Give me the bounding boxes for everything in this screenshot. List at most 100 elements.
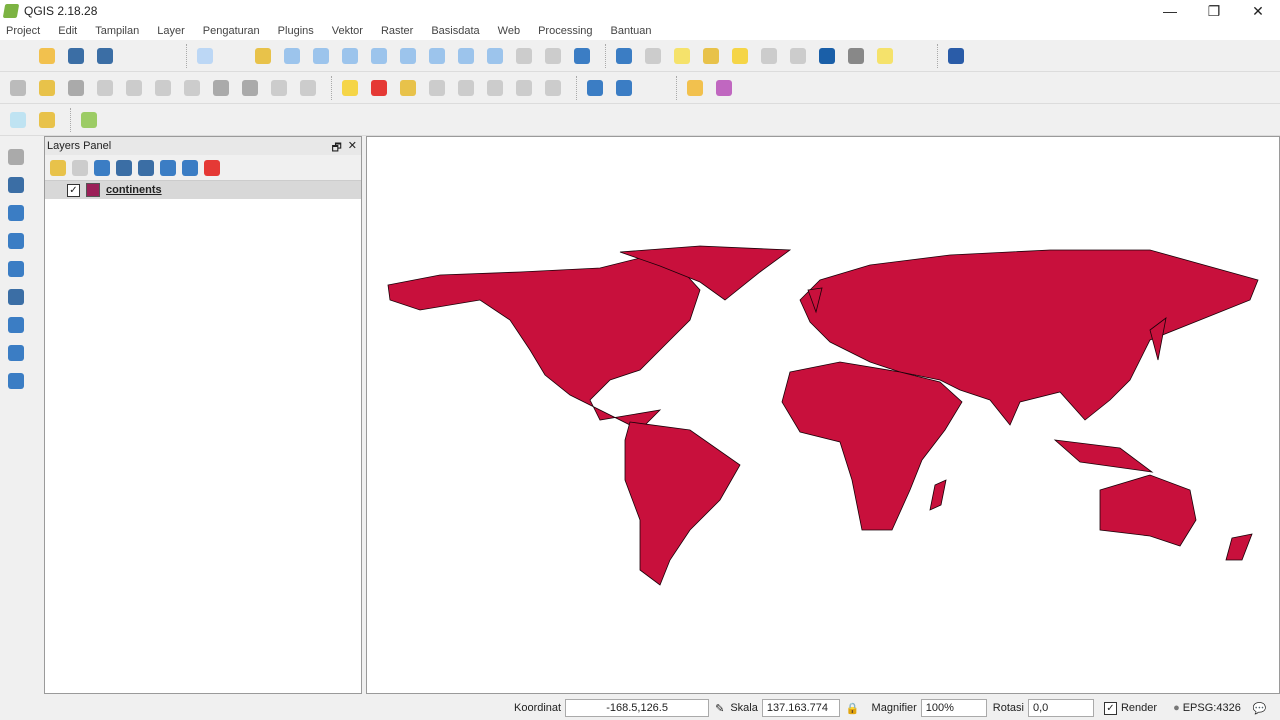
csw-button[interactable] xyxy=(641,77,665,99)
zoom-last-button[interactable] xyxy=(454,45,478,67)
show-bookmarks-button[interactable] xyxy=(541,45,565,67)
layer-item-continents[interactable]: ✓ continents xyxy=(45,181,361,199)
open-project-button[interactable] xyxy=(35,45,59,67)
layer-styling-button[interactable] xyxy=(367,77,391,99)
close-panel-button[interactable]: ✕ xyxy=(348,139,357,158)
pan-button[interactable] xyxy=(222,45,246,67)
add-vector-layer-button[interactable] xyxy=(4,146,28,168)
menu-plugins[interactable]: Plugins xyxy=(278,25,314,37)
delete-selected-button[interactable] xyxy=(209,77,233,99)
metasearch-web-button[interactable] xyxy=(612,77,636,99)
new-geopackage-button[interactable] xyxy=(4,398,28,420)
save-project-button[interactable] xyxy=(64,45,88,67)
zoom-full-button[interactable] xyxy=(367,45,391,67)
zoom-next-button[interactable] xyxy=(483,45,507,67)
menu-bantuan[interactable]: Bantuan xyxy=(611,25,652,37)
paste-clipboard-button[interactable] xyxy=(35,109,59,131)
zoom-out-button[interactable] xyxy=(309,45,333,67)
magnifier-spinbox[interactable]: 100% xyxy=(920,699,987,717)
menu-vektor[interactable]: Vektor xyxy=(332,25,363,37)
select-features-button[interactable] xyxy=(670,45,694,67)
menu-web[interactable]: Web xyxy=(498,25,520,37)
close-button[interactable]: ✕ xyxy=(1236,0,1280,22)
zoom-to-selection-button[interactable] xyxy=(396,45,420,67)
toggle-editing-button[interactable] xyxy=(35,77,59,99)
add-group-button[interactable] xyxy=(71,157,89,179)
composer-manager-button[interactable] xyxy=(151,45,175,67)
rotate-label-button[interactable] xyxy=(512,77,536,99)
open-styling-button[interactable] xyxy=(49,157,67,179)
add-feature-button[interactable] xyxy=(93,77,117,99)
pin-labels-button[interactable] xyxy=(425,77,449,99)
render-checkbox[interactable]: ✓ xyxy=(1103,701,1117,715)
refresh-button[interactable] xyxy=(570,45,594,67)
restore-button[interactable]: ❐ xyxy=(1192,0,1236,22)
layer-visibility-checkbox[interactable]: ✓ xyxy=(67,183,80,197)
menu-edit[interactable]: Edit xyxy=(58,25,77,37)
zoom-to-layer-button[interactable] xyxy=(425,45,449,67)
add-delimited-text-button[interactable] xyxy=(4,202,28,224)
new-project-button[interactable] xyxy=(6,45,30,67)
copy-features-button[interactable] xyxy=(267,77,291,99)
collapse-all-button[interactable] xyxy=(181,157,199,179)
coordinate-field[interactable]: -168.5,126.5 xyxy=(565,699,710,717)
add-part-button[interactable] xyxy=(151,77,175,99)
plugin-button[interactable] xyxy=(712,77,736,99)
deselect-button[interactable] xyxy=(728,45,752,67)
zoom-native-button[interactable] xyxy=(338,45,362,67)
manage-map-themes-button[interactable] xyxy=(93,157,111,179)
help-button[interactable] xyxy=(944,45,968,67)
extents-toggle-icon[interactable]: ✎ xyxy=(715,702,724,715)
paste-features-button[interactable] xyxy=(296,77,320,99)
add-virtual-layer-button[interactable] xyxy=(4,370,28,392)
statistics-button[interactable] xyxy=(815,45,839,67)
select-by-value-button[interactable] xyxy=(699,45,723,67)
add-wms-button[interactable] xyxy=(4,286,28,308)
move-label-button[interactable] xyxy=(483,77,507,99)
python-console-button[interactable] xyxy=(683,77,707,99)
menu-tampilan[interactable]: Tampilan xyxy=(95,25,139,37)
expand-all-button[interactable] xyxy=(159,157,177,179)
menu-basisdata[interactable]: Basisdata xyxy=(431,25,479,37)
messages-icon[interactable]: 💬 xyxy=(1253,702,1267,715)
cut-features-button[interactable] xyxy=(238,77,262,99)
measure-button[interactable] xyxy=(844,45,868,67)
layer-labeling-button[interactable] xyxy=(338,77,362,99)
touch-zoom-button[interactable] xyxy=(193,45,217,67)
add-raster-layer-button[interactable] xyxy=(4,174,28,196)
add-ring-button[interactable] xyxy=(122,77,146,99)
menu-processing[interactable]: Processing xyxy=(538,25,592,37)
new-print-composer-button[interactable] xyxy=(122,45,146,67)
scale-combobox[interactable]: 137.163.774 xyxy=(761,699,840,717)
run-feature-action-button[interactable] xyxy=(641,45,665,67)
new-shapefile-button[interactable] xyxy=(6,109,30,131)
save-layer-edits-button[interactable] xyxy=(64,77,88,99)
float-panel-button[interactable]: 🗗 xyxy=(331,139,341,158)
new-bookmark-button[interactable] xyxy=(512,45,536,67)
crs-button[interactable]: EPSG:4326 xyxy=(1183,702,1241,714)
show-hide-labels-button[interactable] xyxy=(454,77,478,99)
georeferencer-button[interactable] xyxy=(77,109,101,131)
current-edits-button[interactable] xyxy=(6,77,30,99)
map-canvas[interactable] xyxy=(366,136,1280,694)
add-spatialite-button[interactable] xyxy=(4,230,28,252)
add-wfs-button[interactable] xyxy=(4,342,28,364)
lock-scale-icon[interactable]: 🔒 xyxy=(846,702,860,715)
text-annotation-button[interactable] xyxy=(902,45,926,67)
change-label-button[interactable] xyxy=(541,77,565,99)
identify-button[interactable] xyxy=(612,45,636,67)
filter-by-expression-button[interactable] xyxy=(137,157,155,179)
add-postgis-button[interactable] xyxy=(4,258,28,280)
add-wcs-button[interactable] xyxy=(4,314,28,336)
label-tool-button[interactable] xyxy=(396,77,420,99)
menu-pengaturan[interactable]: Pengaturan xyxy=(203,25,260,37)
zoom-in-button[interactable] xyxy=(280,45,304,67)
rotation-spinbox[interactable]: 0,0 xyxy=(1027,699,1094,717)
attribute-table-button[interactable] xyxy=(757,45,781,67)
save-as-button[interactable] xyxy=(93,45,117,67)
minimize-button[interactable]: — xyxy=(1148,0,1192,22)
map-tips-button[interactable] xyxy=(873,45,897,67)
node-tool-button[interactable] xyxy=(180,77,204,99)
menu-layer[interactable]: Layer xyxy=(157,25,185,37)
menu-project[interactable]: Project xyxy=(6,25,40,37)
